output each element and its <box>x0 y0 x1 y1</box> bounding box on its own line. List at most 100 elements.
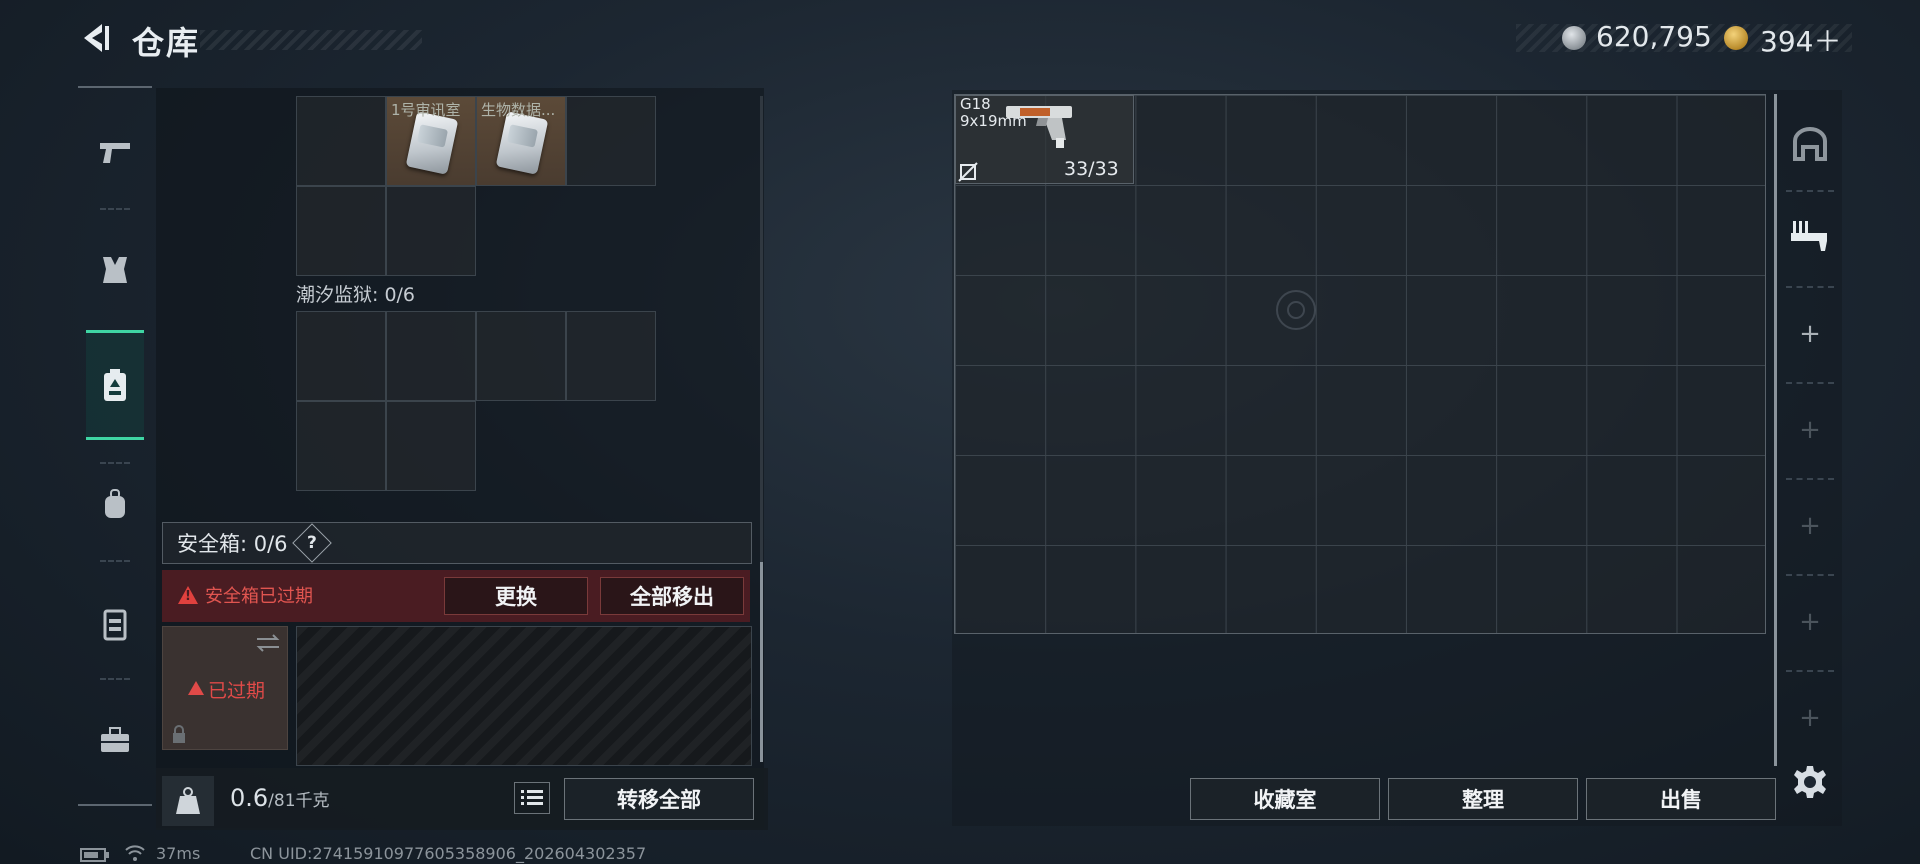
weapon-label: G18 9x19mm <box>960 96 1027 130</box>
grid-cell[interactable] <box>566 96 656 186</box>
stash-scrollbar[interactable] <box>1774 94 1777 766</box>
weapon-name: G18 <box>960 95 991 113</box>
add-icon: + <box>1799 511 1821 541</box>
remove-all-button[interactable]: 全部移出 <box>600 577 744 615</box>
add-slot-button[interactable]: + <box>1780 688 1840 748</box>
title-decoration <box>200 30 422 50</box>
nav-item-backpack[interactable] <box>86 468 144 540</box>
settings-button[interactable] <box>1792 764 1828 800</box>
help-icon: ? <box>306 533 317 553</box>
wifi-icon <box>125 845 145 861</box>
backpack-icon <box>105 489 125 518</box>
safebox-grid[interactable] <box>296 626 752 766</box>
no-mod-icon <box>958 162 978 182</box>
nav-bottom-line <box>78 804 152 806</box>
safebox-label: 安全箱: 0/6 <box>177 532 288 556</box>
nav-separator <box>100 462 130 464</box>
add-icon: + <box>1799 703 1821 733</box>
grid-cell[interactable] <box>476 311 566 401</box>
weapon-caliber: 9x19mm <box>960 112 1027 130</box>
weapon-rack-icon <box>1791 221 1827 251</box>
add-slot-button[interactable]: + <box>1780 304 1840 364</box>
gold-coin-icon <box>1724 26 1748 50</box>
help-button[interactable]: ? <box>291 523 332 563</box>
grid-cell[interactable] <box>386 186 476 276</box>
weight-value: 0.6 <box>230 784 269 812</box>
expired-label: 已过期 <box>208 680 266 702</box>
bunker-tab[interactable] <box>1780 114 1840 174</box>
lock-icon <box>173 725 185 743</box>
collection-room-button[interactable]: 收藏室 <box>1190 778 1380 820</box>
grid-cell[interactable] <box>296 311 386 401</box>
nav-item-vest[interactable] <box>86 588 144 660</box>
list-icon <box>521 790 543 805</box>
nav-item-safebox[interactable] <box>86 330 144 440</box>
add-icon: + <box>1799 607 1821 637</box>
section-label: 潮汐监狱: 0/6 <box>296 284 416 306</box>
expired-warning-icon <box>188 681 204 695</box>
silver-coin-icon <box>1562 26 1586 50</box>
silver-balance: 620,795 <box>1596 20 1712 53</box>
add-slot-button[interactable]: + <box>1780 400 1840 460</box>
side-nav-separator <box>1786 574 1834 576</box>
weapon-rack-tab[interactable] <box>1780 206 1840 266</box>
keycard-icon <box>405 111 459 175</box>
nav-top-line <box>78 86 152 88</box>
weight-icon-box <box>162 776 214 826</box>
replace-button[interactable]: 更换 <box>444 577 588 615</box>
warning-icon-mark: ! <box>185 589 191 604</box>
safebox-icon <box>104 369 126 401</box>
alert-text: 安全箱已过期 <box>205 586 313 607</box>
armor-icon <box>103 257 127 283</box>
item-label: 1号审讯室 <box>391 101 461 119</box>
nav-separator <box>100 678 130 680</box>
transfer-all-button[interactable]: 转移全部 <box>564 778 754 820</box>
gear-icon <box>1794 766 1826 798</box>
weight-capacity: /81千克 <box>268 791 330 811</box>
add-icon: + <box>1799 415 1821 445</box>
safebox-header: 安全箱: 0/6 ? <box>162 522 752 564</box>
grid-cell[interactable] <box>386 401 476 491</box>
item-label: 生物数据... <box>481 101 556 119</box>
organize-button[interactable]: 整理 <box>1388 778 1578 820</box>
bunker-icon <box>1793 127 1827 161</box>
grid-cell[interactable] <box>296 401 386 491</box>
side-nav-separator <box>1786 190 1834 192</box>
grid-cell[interactable] <box>386 311 476 401</box>
weight-readout: 0.6/81千克 <box>230 784 330 812</box>
side-nav-separator <box>1786 670 1834 672</box>
nav-item-weapons[interactable] <box>86 116 144 188</box>
side-nav-separator <box>1786 286 1834 288</box>
toolbox-icon <box>101 727 129 752</box>
inventory-item[interactable]: 1号审讯室 <box>386 96 476 186</box>
grid-cell[interactable] <box>566 311 656 401</box>
grid-cell[interactable] <box>296 186 386 276</box>
list-view-button[interactable] <box>514 782 550 814</box>
weight-icon <box>176 787 200 814</box>
nav-separator <box>100 208 130 210</box>
side-nav-separator <box>1786 478 1834 480</box>
crosshair-center <box>1287 301 1305 319</box>
page-title: 仓库 <box>132 24 201 62</box>
side-nav-separator <box>1786 382 1834 384</box>
inventory-item[interactable]: 生物数据... <box>476 96 566 186</box>
user-uid: CN UID:27415910977605358906_202604302357 <box>250 844 647 863</box>
keycard-icon <box>495 111 549 175</box>
gold-balance[interactable]: 394＋ <box>1760 20 1841 60</box>
add-slot-button[interactable]: + <box>1780 496 1840 556</box>
back-arrow-icon <box>84 24 109 52</box>
inventory-scroll-thumb[interactable] <box>760 562 763 762</box>
vest-icon <box>103 609 127 641</box>
swap-icon <box>256 634 280 652</box>
back-button[interactable] <box>78 20 114 56</box>
ping-readout: 37ms <box>156 844 201 863</box>
sell-button[interactable]: 出售 <box>1586 778 1776 820</box>
add-slot-button[interactable]: + <box>1780 592 1840 652</box>
nav-item-armor[interactable] <box>86 234 144 306</box>
nav-item-toolbox[interactable] <box>86 704 144 776</box>
nav-separator <box>100 560 130 562</box>
add-icon: + <box>1799 319 1821 349</box>
gun-icon <box>100 143 130 163</box>
grid-cell[interactable] <box>296 96 386 186</box>
battery-icon <box>80 848 109 862</box>
